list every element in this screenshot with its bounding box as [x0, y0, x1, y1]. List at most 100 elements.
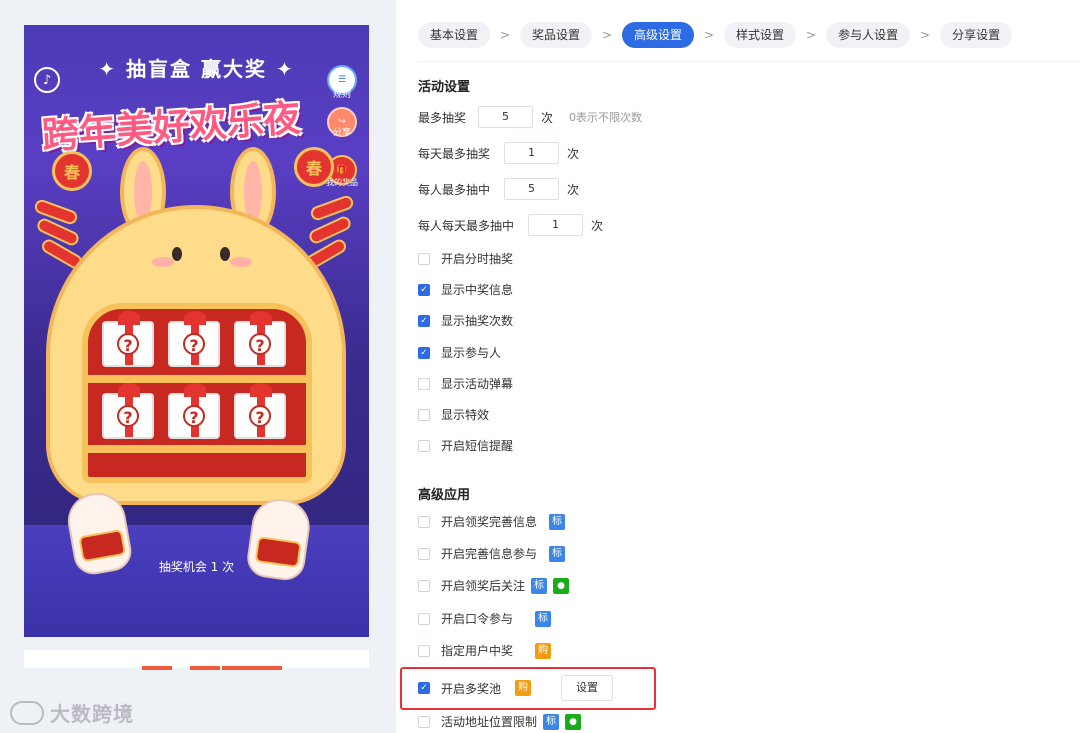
highlight-annotation: [400, 667, 656, 710]
watermark-logo-icon: [10, 700, 44, 725]
blind-box-gift[interactable]: ?: [234, 383, 286, 439]
option-label: 开启领奖完善信息: [441, 515, 538, 529]
daily-max-draws-row: 每天最多抽奖 1 次: [418, 142, 579, 164]
share-label[interactable]: 分享: [325, 125, 359, 138]
checkbox[interactable]: [418, 377, 430, 390]
bunny-eye: [220, 247, 230, 261]
per-person-max-wins-label: 每人最多抽中: [418, 182, 491, 197]
step-basic-settings[interactable]: 基本设置: [418, 22, 491, 48]
option-claim-complete-info[interactable]: 开启领奖完善信息 标: [418, 513, 566, 530]
checkbox[interactable]: [418, 715, 430, 728]
checkbox[interactable]: [418, 252, 430, 265]
step-separator: >: [920, 28, 931, 42]
option-label: 开启领奖后关注: [441, 579, 526, 593]
daily-max-draws-label: 每天最多抽奖: [418, 146, 491, 161]
checkbox[interactable]: [418, 515, 430, 528]
step-style-settings[interactable]: 样式设置: [724, 22, 797, 48]
per-person-max-wins-row: 每人最多抽中 5 次: [418, 178, 579, 200]
step-advanced-settings[interactable]: 高级设置: [622, 22, 695, 48]
per-person-daily-max-wins-input[interactable]: 1: [528, 214, 584, 236]
standard-tag: 标: [549, 513, 566, 530]
checkbox-checked[interactable]: ✓: [418, 314, 430, 327]
checkbox[interactable]: [418, 579, 430, 592]
draw-chance-text: 抽奖机会 1 次: [158, 560, 235, 574]
step-separator: >: [704, 28, 715, 42]
option-show-barrage[interactable]: 显示活动弹幕: [418, 375, 513, 392]
option-designated-winner[interactable]: 指定用户中奖 购: [418, 642, 552, 659]
option-complete-info-participate[interactable]: 开启完善信息参与 标: [418, 545, 566, 562]
max-draws-input[interactable]: 5: [478, 106, 534, 128]
step-share-settings[interactable]: 分享设置: [940, 22, 1013, 48]
checkbox[interactable]: [418, 612, 430, 625]
rules-label[interactable]: 规则: [325, 87, 359, 100]
option-label: 开启分时抽奖: [441, 252, 514, 266]
watermark: 大数跨境: [10, 698, 134, 727]
option-label: 指定用户中奖: [441, 644, 514, 658]
blind-box-gift[interactable]: ?: [168, 383, 220, 439]
option-label: 显示抽奖次数: [441, 314, 514, 328]
option-location-restriction[interactable]: 活动地址位置限制 标 ●: [418, 713, 582, 730]
option-follow-after-claim[interactable]: 开启领奖后关注 标 ●: [418, 577, 570, 594]
bunny-cheek: [230, 257, 252, 267]
checkbox[interactable]: [418, 547, 430, 560]
standard-tag: 标: [549, 545, 566, 562]
max-draws-hint: 0表示不限次数: [569, 111, 643, 124]
checkbox[interactable]: [418, 644, 430, 657]
watermark-text: 大数跨境: [50, 702, 134, 726]
option-label: 显示活动弹幕: [441, 377, 514, 391]
option-timeshare-draw[interactable]: 开启分时抽奖: [418, 250, 513, 267]
option-label: 显示参与人: [441, 346, 502, 360]
step-separator: >: [602, 28, 613, 42]
option-show-effects[interactable]: 显示特效: [418, 406, 489, 423]
per-person-daily-max-wins-unit: 次: [591, 218, 604, 233]
bunny-cheek: [152, 257, 174, 267]
option-label: 活动地址位置限制: [441, 715, 538, 729]
option-label: 显示特效: [441, 408, 490, 422]
footer-mark: [190, 666, 220, 670]
cabinet-shelf: [82, 375, 312, 383]
max-draws-unit: 次: [541, 110, 554, 125]
step-navigation: 基本设置 > 奖品设置 > 高级设置 > 样式设置 > 参与人设置 > 分享设置: [418, 22, 1013, 48]
spring-badge-left: 春: [52, 151, 92, 191]
blind-box-gift[interactable]: ?: [102, 383, 154, 439]
option-password-participate[interactable]: 开启口令参与 标: [418, 610, 552, 627]
blind-box-gift[interactable]: ?: [168, 311, 220, 367]
max-draws-row: 最多抽奖 5 次 0表示不限次数: [418, 106, 642, 128]
blind-box-gift[interactable]: ?: [102, 311, 154, 367]
per-person-daily-max-wins-label: 每人每天最多抽中: [418, 218, 515, 233]
bunny-eye: [172, 247, 182, 261]
daily-max-draws-input[interactable]: 1: [504, 142, 560, 164]
section-title-advanced-apps: 高级应用: [418, 488, 471, 503]
blind-box-gift[interactable]: ?: [234, 311, 286, 367]
option-show-participants[interactable]: ✓ 显示参与人: [418, 344, 501, 361]
option-label: 显示中奖信息: [441, 283, 514, 297]
footer-mark: [142, 666, 172, 670]
step-separator: >: [499, 28, 511, 42]
per-person-max-wins-input[interactable]: 5: [504, 178, 560, 200]
option-show-win-info[interactable]: ✓ 显示中奖信息: [418, 281, 513, 298]
footer-mark: [252, 666, 282, 670]
daily-max-draws-unit: 次: [567, 146, 580, 161]
preview-header: ✦ 抽盲盒 赢大奖 ✦: [98, 57, 295, 81]
max-draws-label: 最多抽奖: [418, 110, 467, 125]
wechat-icon: ●: [565, 713, 582, 730]
standard-tag: 标: [543, 713, 560, 730]
option-sms-reminder[interactable]: 开启短信提醒: [418, 437, 513, 454]
checkbox-checked[interactable]: ✓: [418, 346, 430, 359]
standard-tag: 标: [531, 577, 548, 594]
section-title-activity-settings: 活动设置: [418, 80, 471, 95]
option-show-draw-count[interactable]: ✓ 显示抽奖次数: [418, 312, 513, 329]
wechat-icon: ●: [553, 577, 570, 594]
activity-preview: ✦ 抽盲盒 赢大奖 ✦ ♪ 跨年美好欢乐夜 ☰ 规则 ↪ 分享 🎁 我的奖品 春…: [24, 25, 369, 637]
step-prize-settings[interactable]: 奖品设置: [520, 22, 593, 48]
option-label: 开启完善信息参与: [441, 547, 538, 561]
music-note-icon[interactable]: ♪: [34, 67, 60, 93]
checkbox[interactable]: [418, 408, 430, 421]
option-label: 开启短信提醒: [441, 439, 514, 453]
checkbox-checked[interactable]: ✓: [418, 283, 430, 296]
per-person-max-wins-unit: 次: [567, 182, 580, 197]
checkbox[interactable]: [418, 439, 430, 452]
per-person-daily-max-wins-row: 每人每天最多抽中 1 次: [418, 214, 603, 236]
step-participant-settings[interactable]: 参与人设置: [826, 22, 911, 48]
purchase-tag: 购: [535, 642, 552, 659]
